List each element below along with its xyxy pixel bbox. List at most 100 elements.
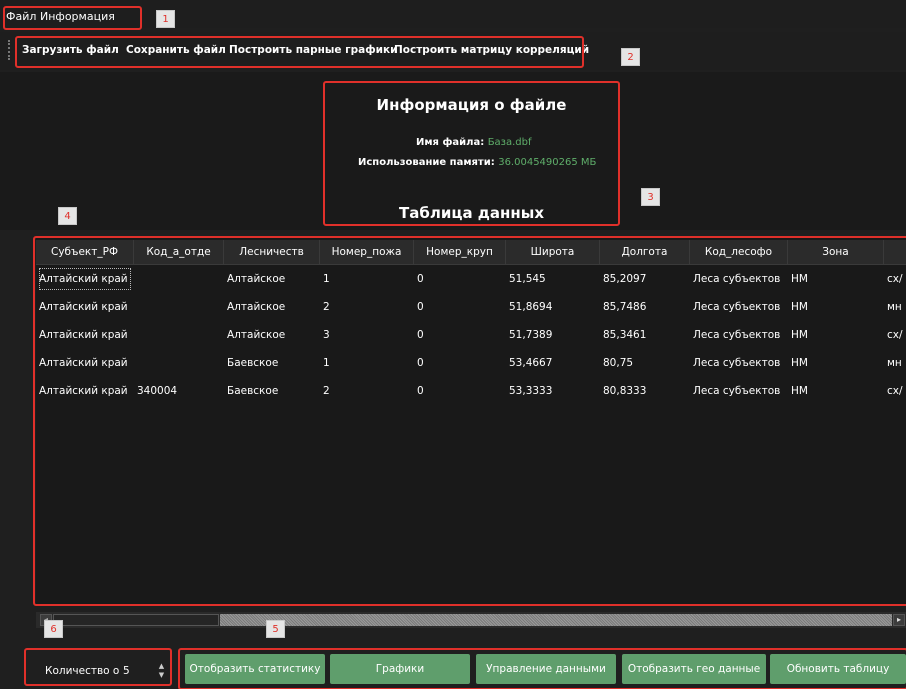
table-cell[interactable]: Алтайское	[224, 293, 320, 321]
charts-button[interactable]: Графики	[330, 654, 470, 684]
table-cell[interactable]: Алтайский край	[36, 293, 134, 321]
annotation-label-5: 5	[266, 620, 285, 638]
table-cell[interactable]: 85,7486	[600, 293, 690, 321]
table-cell[interactable]	[134, 321, 224, 349]
table-cell[interactable]: 2	[320, 293, 414, 321]
scrollbar-thumb[interactable]	[53, 614, 219, 626]
table-cell[interactable]: 80,75	[600, 349, 690, 377]
menu-file[interactable]: Файл	[6, 10, 36, 23]
table-cell[interactable]: Алтайский край	[36, 349, 134, 377]
table-row[interactable]: Алтайский край Алтайское 2 0 51,8694 85,7486 Л…	[36, 293, 906, 321]
table-cell[interactable]: 51,545	[506, 265, 600, 293]
spin-arrows-icon[interactable]: ▲ ▼	[157, 662, 166, 680]
table-cell[interactable]: Алтайский край	[36, 321, 134, 349]
table-header: Субъект_РФ Код_а_отде Лесничеств Номер_пожа…	[36, 240, 906, 265]
toolbar-grip[interactable]	[8, 40, 12, 60]
annotation-label-4: 4	[58, 207, 77, 225]
table-cell[interactable]: 3	[320, 321, 414, 349]
filename-row: Имя файла: База.dbf	[416, 137, 532, 148]
column-header[interactable]: Субъект_РФ	[36, 240, 134, 264]
scroll-right-icon[interactable]: ▸	[893, 614, 905, 626]
data-table[interactable]: Субъект_РФ Код_а_отде Лесничеств Номер_пожа…	[36, 236, 906, 604]
table-cell[interactable]: 53,4667	[506, 349, 600, 377]
table-cell[interactable]: НМ	[788, 349, 884, 377]
table-cell[interactable]: мн	[884, 293, 906, 321]
column-header[interactable]: Код_а_отде	[134, 240, 224, 264]
file-info-title: Информация о файле	[376, 96, 567, 114]
filename-label: Имя файла:	[416, 137, 485, 148]
table-cell[interactable]: 51,8694	[506, 293, 600, 321]
table-cell[interactable]: сх/	[884, 377, 906, 405]
table-cell[interactable]: 0	[414, 349, 506, 377]
table-row[interactable]: Алтайский край 340004 Баевское 2 0 53,3333 80,…	[36, 377, 906, 405]
show-statistics-button[interactable]: Отобразить статистику	[185, 654, 325, 684]
table-cell[interactable]: 2	[320, 377, 414, 405]
table-cell[interactable]: Леса субъектов	[690, 293, 788, 321]
table-cell[interactable]: Леса субъектов	[690, 377, 788, 405]
menu-info[interactable]: Информация	[40, 10, 115, 23]
pair-plots-button[interactable]: Построить парные графики	[229, 44, 398, 56]
table-cell[interactable]: 0	[414, 321, 506, 349]
table-cell[interactable]: Баевское	[224, 377, 320, 405]
table-cell[interactable]: 80,8333	[600, 377, 690, 405]
column-header[interactable]: Номер_пожа	[320, 240, 414, 264]
table-cell[interactable]: Леса субъектов	[690, 321, 788, 349]
column-header[interactable]: Широта	[506, 240, 600, 264]
table-cell[interactable]	[134, 349, 224, 377]
table-cell[interactable]: НМ	[788, 293, 884, 321]
main-window: Файл Информация Загрузить файл Сохранить…	[0, 0, 906, 689]
table-cell[interactable]: 0	[414, 265, 506, 293]
table-cell[interactable]: 1	[320, 349, 414, 377]
table-cell[interactable]: 85,2097	[600, 265, 690, 293]
table-cell[interactable]	[134, 293, 224, 321]
refresh-table-button[interactable]: Обновить таблицу	[770, 654, 906, 684]
table-cell[interactable]: сх/	[884, 265, 906, 293]
table-cell[interactable]: мн	[884, 349, 906, 377]
table-cell[interactable]: Алтайское	[224, 321, 320, 349]
annotation-label-3: 3	[641, 188, 660, 206]
table-row[interactable]: Алтайский край Баевское 1 0 53,4667 80,75 Леса…	[36, 349, 906, 377]
filename-value: База.dbf	[487, 137, 532, 148]
table-cell[interactable]: Алтайский край	[36, 265, 134, 293]
table-cell[interactable]: 53,3333	[506, 377, 600, 405]
table-cell[interactable]: сх/	[884, 321, 906, 349]
column-header[interactable]: Зона	[788, 240, 884, 264]
table-cell[interactable]: Баевское	[224, 349, 320, 377]
table-cell[interactable]: 340004	[134, 377, 224, 405]
table-cell[interactable]: 0	[414, 377, 506, 405]
table-row[interactable]: Алтайский край Алтайское 1 0 51,545 85,2097 Ле…	[36, 265, 906, 293]
column-header[interactable]: Код_лесофо	[690, 240, 788, 264]
load-file-button[interactable]: Загрузить файл	[22, 44, 119, 56]
table-cell[interactable]: НМ	[788, 321, 884, 349]
memory-row: Использование памяти: 36.0045490265 МБ	[358, 157, 596, 168]
column-header[interactable]: Лесничеств	[224, 240, 320, 264]
data-management-button[interactable]: Управление данными	[476, 654, 616, 684]
table-cell[interactable]: Леса субъектов	[690, 349, 788, 377]
table-cell[interactable]: 1	[320, 265, 414, 293]
table-cell[interactable]: Алтайский край	[36, 377, 134, 405]
table-title: Таблица данных	[399, 204, 544, 222]
table-cell[interactable]: Леса субъектов	[690, 265, 788, 293]
table-cell[interactable]	[134, 265, 224, 293]
memory-value: 36.0045490265 МБ	[498, 157, 597, 168]
column-header[interactable]	[884, 240, 906, 264]
annotation-label-2: 2	[621, 48, 640, 66]
annotation-label-6: 6	[44, 620, 63, 638]
count-label: Количество о	[45, 665, 120, 677]
table-cell[interactable]: 85,3461	[600, 321, 690, 349]
table-cell[interactable]: НМ	[788, 377, 884, 405]
table-cell[interactable]: НМ	[788, 265, 884, 293]
horizontal-scrollbar[interactable]: ◂ ▸	[36, 612, 906, 628]
table-row[interactable]: Алтайский край Алтайское 3 0 51,7389 85,3461 Л…	[36, 321, 906, 349]
table-cell[interactable]: 51,7389	[506, 321, 600, 349]
correlation-matrix-button[interactable]: Построить матрицу корреляций	[394, 44, 589, 56]
menubar: Файл Информация	[0, 0, 906, 28]
column-header[interactable]: Номер_круп	[414, 240, 506, 264]
scrollbar-track[interactable]	[220, 614, 892, 626]
save-file-button[interactable]: Сохранить файл	[126, 44, 226, 56]
table-cell[interactable]: Алтайское	[224, 265, 320, 293]
table-cell[interactable]: 0	[414, 293, 506, 321]
show-geo-data-button[interactable]: Отобразить гео данные	[622, 654, 766, 684]
column-header[interactable]: Долгота	[600, 240, 690, 264]
count-spinbox[interactable]: 5	[123, 665, 130, 677]
